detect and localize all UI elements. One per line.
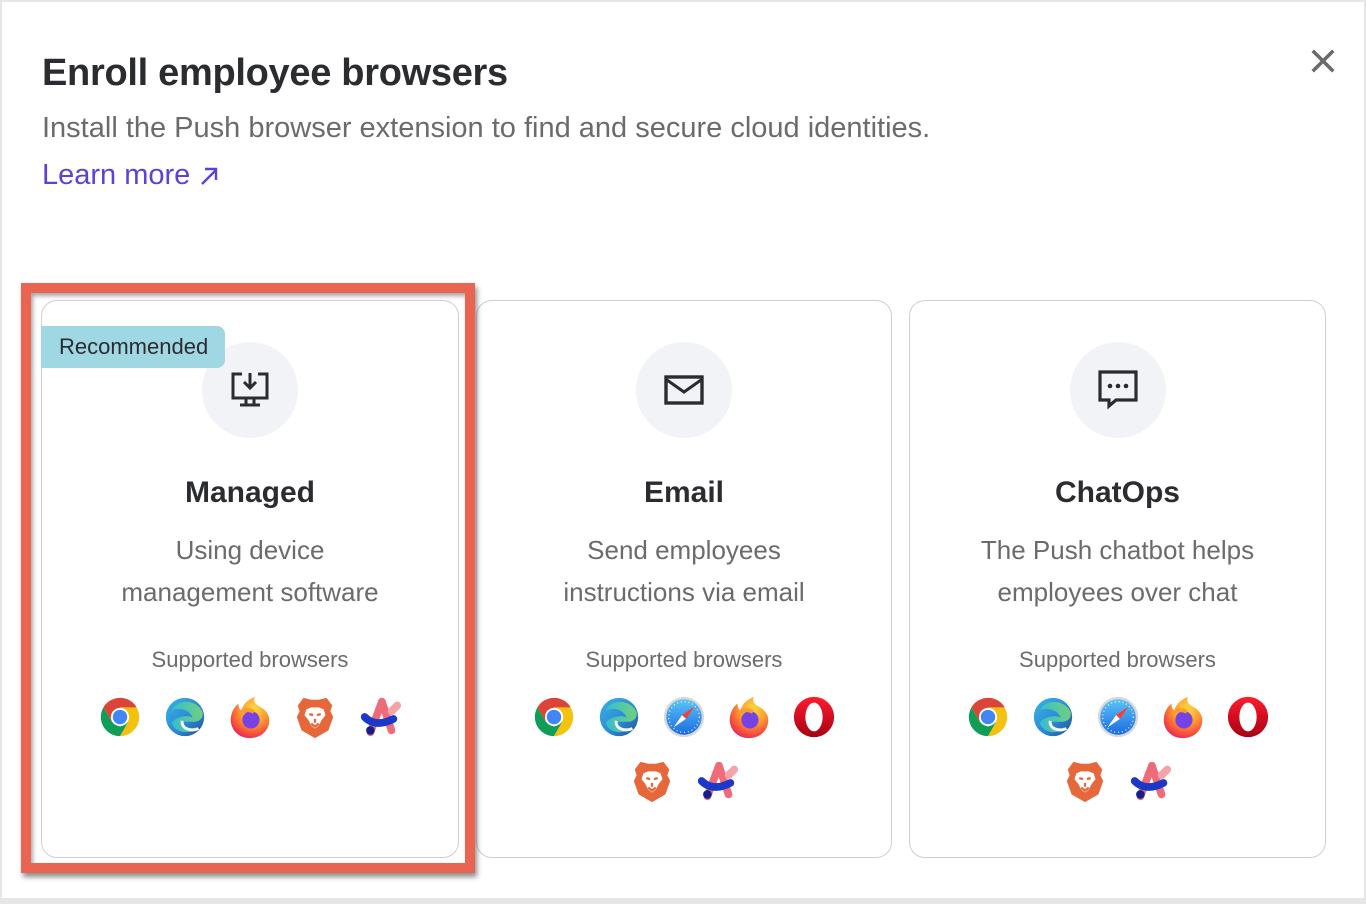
description-line: The Push chatbot helps bbox=[980, 535, 1255, 565]
safari-browser-icon bbox=[661, 694, 707, 740]
enroll-option-chatops[interactable]: ChatOps The Push chatbot helps employees… bbox=[909, 300, 1326, 858]
description-line: management software bbox=[121, 577, 379, 607]
supported-browsers-label: Supported browsers bbox=[585, 647, 783, 672]
firefox-browser-icon bbox=[227, 694, 273, 740]
icon-circle bbox=[1069, 342, 1166, 438]
description-line: instructions via email bbox=[563, 577, 805, 607]
card-description: Using device management software bbox=[62, 529, 438, 613]
edge-browser-icon bbox=[1030, 694, 1076, 740]
description-line: Using device bbox=[175, 535, 325, 565]
opera-browser-icon bbox=[791, 694, 837, 740]
edge-browser-icon bbox=[162, 694, 208, 740]
browser-list bbox=[960, 694, 1275, 804]
icon-circle bbox=[636, 342, 732, 438]
dialog-subtitle: Install the Push browser extension to fi… bbox=[42, 112, 931, 144]
description-line: Send employees bbox=[587, 535, 781, 565]
card-description: Send employees instructions via email bbox=[497, 529, 871, 613]
chrome-browser-icon bbox=[531, 694, 577, 740]
recommended-badge: Recommended bbox=[41, 326, 226, 368]
chrome-browser-icon bbox=[97, 694, 143, 740]
edge-browser-icon bbox=[596, 694, 642, 740]
description-line: employees over chat bbox=[997, 577, 1238, 607]
brave-browser-icon bbox=[629, 758, 675, 804]
supported-browsers-label: Supported browsers bbox=[1019, 647, 1216, 672]
close-button[interactable] bbox=[1308, 46, 1338, 76]
brave-browser-icon bbox=[1062, 758, 1108, 804]
card-title: Managed bbox=[184, 476, 316, 509]
dialog-title: Enroll employee browsers bbox=[42, 52, 508, 94]
arc-browser-icon bbox=[1127, 758, 1173, 804]
firefox-browser-icon bbox=[726, 694, 772, 740]
external-link-arrow-icon bbox=[201, 167, 218, 185]
learn-more-label: Learn more bbox=[42, 159, 191, 191]
browser-list bbox=[72, 694, 428, 740]
arc-browser-icon bbox=[694, 758, 740, 804]
envelope-icon bbox=[664, 375, 704, 405]
card-description: The Push chatbot helps employees over ch… bbox=[930, 529, 1305, 613]
firefox-browser-icon bbox=[1160, 694, 1206, 740]
enroll-option-managed[interactable]: Recommended Managed Using device managem… bbox=[41, 300, 459, 858]
opera-browser-icon bbox=[1225, 694, 1271, 740]
card-title: Email bbox=[643, 476, 725, 509]
enroll-option-email[interactable]: Email Send employees instructions via em… bbox=[476, 300, 892, 858]
safari-browser-icon bbox=[1095, 694, 1141, 740]
card-title: ChatOps bbox=[1054, 476, 1180, 509]
arc-browser-icon bbox=[357, 694, 403, 740]
brave-browser-icon bbox=[292, 694, 338, 740]
monitor-download-icon bbox=[231, 372, 269, 407]
close-icon bbox=[1311, 49, 1335, 73]
chrome-browser-icon bbox=[965, 694, 1011, 740]
chat-bubble-icon bbox=[1097, 370, 1138, 410]
learn-more-link[interactable]: Learn more bbox=[42, 159, 220, 192]
supported-browsers-label: Supported browsers bbox=[151, 647, 349, 672]
browser-list bbox=[527, 694, 841, 804]
